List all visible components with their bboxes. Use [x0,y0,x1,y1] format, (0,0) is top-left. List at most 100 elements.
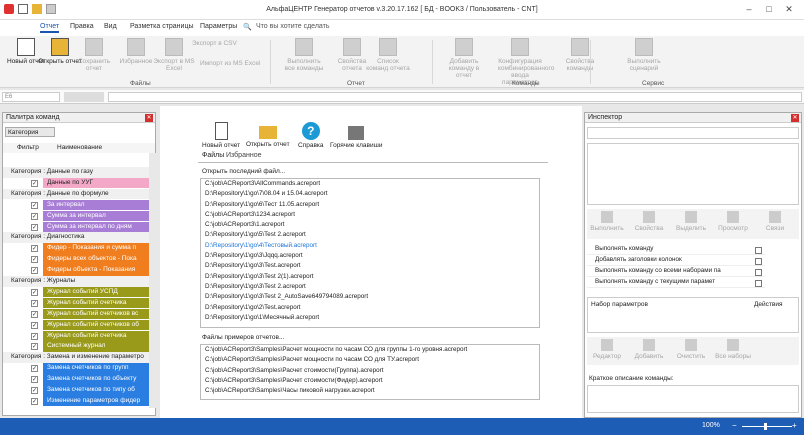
command-row[interactable]: Сумма за интервал [3,210,149,222]
filter-checkbox[interactable] [31,179,38,188]
inspector-tool-button[interactable]: Связи [755,211,795,232]
sample-file-item[interactable]: C:\job\ACReport3\Samples\Часы пиковой на… [201,386,539,396]
recent-file-item[interactable]: D:\Repository\1\go\3\Test 2(1).acreport [201,272,539,282]
cell-name-box[interactable]: E6 [2,92,60,102]
close-icon[interactable]: ✕ [782,3,796,15]
filter-checkbox[interactable] [31,201,38,210]
menu-edit[interactable]: Правка [70,23,94,30]
command-row[interactable]: Журнал событий УСПД [3,286,149,298]
command-row[interactable]: Замена счетчиков по объекту [3,374,149,385]
zoom-thumb[interactable] [764,423,767,430]
new-report-button[interactable]: Новый отчет [202,122,240,149]
inspector-tool-button[interactable]: Добавить [629,339,669,360]
command-row[interactable]: Сумма за интервал по дням [3,221,149,233]
sample-file-item[interactable]: C:\job\ACReport3\Samples\Расчет мощности… [201,345,539,355]
col-filter[interactable]: Фильтр [17,144,39,151]
filter-checkbox[interactable] [31,223,38,232]
ribbon-button-9[interactable]: Конфигурация комбинированного ввода пара… [498,38,554,86]
sample-file-item[interactable]: C:\job\ACReport3\Samples\Расчет стоимост… [201,366,539,376]
filter-checkbox[interactable] [31,266,38,276]
command-row[interactable]: Изменение параметров фидер [3,395,149,407]
hotkeys-button[interactable]: Горячие клавиши [330,122,382,149]
inspector-selector[interactable] [587,127,799,139]
recent-file-item[interactable]: C:\job\ACReport3\AllCommands.acreport [201,179,539,189]
category-row[interactable]: Категория : Данные по газу [3,167,149,178]
filter-checkbox[interactable] [31,375,38,385]
recent-file-item[interactable]: D:\Repository\1\go\1\Месячный.acreport [201,313,539,323]
recent-file-item[interactable]: C:\job\ACReport3\1234.acreport [201,210,539,220]
command-row[interactable]: Замена счетчиков по типу об [3,385,149,396]
inspector-tool-button[interactable]: Свойства [629,211,669,232]
description-box[interactable] [587,385,799,413]
command-row[interactable]: Фидеры всех объектов - Пока [3,254,149,265]
command-row[interactable]: За интервал [3,199,149,211]
ribbon-button-2[interactable]: Сохранить отчет [72,38,116,72]
category-row[interactable]: Категория : Журналы [3,276,149,287]
ribbon-button-4[interactable]: Экспорт в MS Excel [152,38,196,72]
filter-checkbox[interactable] [31,212,38,221]
recent-file-item[interactable]: D:\Repository\1\go\3\Test 2_AutoSave6497… [201,292,539,302]
filter-checkbox[interactable] [31,321,38,330]
ribbon-button-5[interactable]: Выполнить все команды [282,38,326,72]
option-checkbox[interactable] [755,280,762,287]
col-name[interactable]: Наименование [57,144,102,151]
recent-file-item[interactable]: D:\Repository\1\go\6\Тест 11.05.acreport [201,200,539,210]
formula-buttons[interactable] [64,92,104,102]
option-checkbox[interactable] [755,269,762,276]
command-row[interactable]: Фидеры объекта - Показания [3,265,149,276]
tell-me-search[interactable]: Что вы хотите сделать [256,23,330,30]
command-row[interactable]: Системный журнал [3,341,149,352]
sample-file-item[interactable]: C:\job\ACReport3\Samples\Расчет стоимост… [201,376,539,386]
menu-page-layout[interactable]: Разметка страницы [130,23,194,30]
inspector-tool-button[interactable]: Очистить [671,339,711,360]
close-icon[interactable]: ✕ [791,114,799,122]
option-checkbox[interactable] [755,247,762,254]
filter-checkbox[interactable] [31,288,38,297]
recent-file-item[interactable]: D:\Repository\1\go\3\Test 2.acreport [201,282,539,292]
sample-file-item[interactable]: C:\job\ACReport3\Samples\Расчет мощности… [201,355,539,365]
inspector-tool-button[interactable]: Все наборы [713,339,753,360]
help-button[interactable]: ? Справка [298,122,324,149]
filter-checkbox[interactable] [31,299,38,308]
ribbon-button-7[interactable]: Список команд отчета [366,38,410,72]
import-excel-button[interactable]: Импорт из MS Excel [200,60,260,67]
recent-file-item[interactable]: D:\Repository\1\go\5\Test 2.acreport [201,230,539,240]
inspector-tool-button[interactable]: Выполнить [587,211,627,232]
category-row[interactable]: Категория : Диагностика [3,232,149,243]
command-row[interactable]: Данные по УУГ [3,177,149,189]
inspector-tool-button[interactable]: Редактор [587,339,627,360]
filter-checkbox[interactable] [31,397,38,406]
inspector-tool-button[interactable]: Просмотр [713,211,753,232]
recent-file-item[interactable]: D:\Repository\1\go\2\Test.acreport [201,303,539,313]
group-by-category[interactable]: Категория [5,127,55,137]
menu-report[interactable]: Отчет [40,23,60,33]
command-row[interactable]: Журнал событий счетчиков об [3,319,149,331]
open-report-button[interactable]: Открыть отчет [246,122,290,148]
command-row[interactable]: Замена счетчиков по групп [3,363,149,374]
recent-file-item[interactable]: C:\job\ACReport3\1.acreport [201,220,539,230]
tab-files[interactable]: Файлы [202,152,224,159]
ribbon-button-11[interactable]: Выполнить сценарий [622,38,666,72]
tab-favorites[interactable]: Избранное [226,152,261,159]
category-row[interactable]: Категория : Замена и изменение параметро [3,352,149,363]
search-icon[interactable]: 🔍 [243,23,252,31]
zoom-out-icon[interactable]: − [732,421,737,430]
inspector-tool-button[interactable]: Выделить [671,211,711,232]
ribbon-button-10[interactable]: Свойства команды [558,38,602,72]
filter-checkbox[interactable] [31,332,38,341]
filter-checkbox[interactable] [31,342,38,352]
export-csv-button[interactable]: Экспорт в CSV [192,40,237,47]
recent-file-item[interactable]: D:\Repository\1\go\3\Jqqq.acreport [201,251,539,261]
filter-checkbox[interactable] [31,364,38,374]
zoom-in-icon[interactable]: + [792,421,797,430]
menu-view[interactable]: Вид [104,23,117,30]
ribbon-button-8[interactable]: Добавить команду в отчет [442,38,486,79]
filter-checkbox[interactable] [31,244,38,254]
command-row[interactable]: Фидер - Показания и сумма п [3,243,149,254]
option-checkbox[interactable] [755,258,762,265]
recent-file-item[interactable]: D:\Repository\1\go\7\08.04 и 15.04.acrep… [201,189,539,199]
filter-checkbox[interactable] [31,386,38,396]
close-icon[interactable]: ✕ [145,114,153,122]
recent-file-item[interactable]: D:\Repository\1\go\4\Тестовый.acreport [201,241,539,251]
command-row[interactable]: Журнал событий счетчика [3,297,149,309]
